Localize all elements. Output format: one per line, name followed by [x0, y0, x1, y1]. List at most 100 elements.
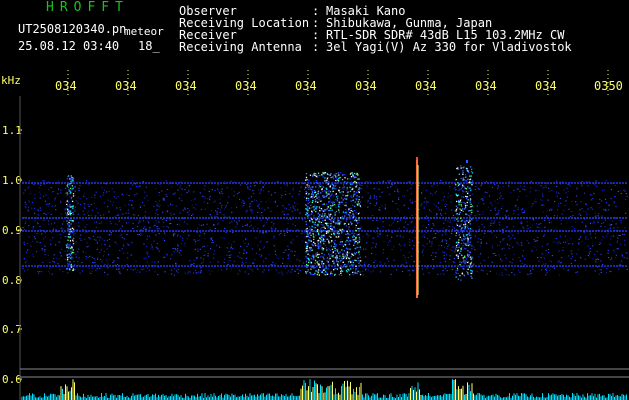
- noise-pixel: [132, 228, 134, 229]
- echo-pixel: [66, 220, 68, 222]
- noise-pixel: [461, 196, 463, 198]
- noise-pixel: [188, 214, 190, 216]
- noise-pixel: [400, 249, 402, 251]
- noise-pixel: [126, 252, 129, 254]
- echo-pixel: [346, 251, 349, 253]
- noise-pixel: [35, 251, 38, 253]
- echo-pixel: [469, 201, 471, 203]
- noise-pixel: [233, 247, 235, 249]
- echo-pixel: [471, 270, 473, 272]
- echo-pixel: [306, 207, 309, 210]
- noise-pixel: [117, 257, 119, 258]
- noise-pixel: [60, 213, 62, 215]
- noise-pixel: [130, 254, 132, 256]
- noise-pixel: [443, 222, 445, 224]
- echo-pixel: [329, 191, 331, 193]
- echo-pixel: [346, 189, 348, 191]
- echo-pixel: [358, 241, 361, 243]
- noise-pixel: [53, 258, 55, 260]
- noise-pixel: [465, 259, 467, 261]
- noise-pixel: [347, 238, 349, 239]
- echo-pixel: [345, 266, 347, 268]
- noise-pixel: [58, 258, 60, 260]
- noise-pixel: [83, 195, 85, 197]
- noise-pixel: [119, 209, 122, 211]
- noise-pixel: [501, 274, 503, 276]
- noise-pixel: [249, 268, 251, 270]
- noise-pixel: [172, 193, 174, 195]
- echo-pixel: [72, 195, 75, 197]
- noise-pixel: [531, 251, 533, 252]
- noise-pixel: [373, 237, 375, 239]
- noise-pixel: [157, 214, 159, 216]
- noise-pixel: [301, 233, 303, 235]
- echo-pixel: [458, 204, 460, 206]
- noise-pixel: [555, 228, 557, 230]
- noise-pixel: [519, 271, 521, 273]
- noise-pixel: [224, 227, 226, 229]
- noise-pixel: [365, 181, 367, 183]
- echo-pixel: [459, 252, 461, 255]
- noise-pixel: [44, 245, 46, 247]
- noise-pixel: [189, 271, 191, 273]
- echo-pixel: [318, 196, 320, 198]
- noise-pixel: [198, 239, 200, 241]
- noise-pixel: [535, 190, 537, 192]
- noise-pixel: [449, 221, 451, 223]
- echo-pixel: [325, 215, 327, 217]
- noise-pixel: [397, 191, 399, 193]
- echo-pixel: [354, 186, 356, 189]
- echo-pixel: [468, 210, 470, 212]
- noise-pixel: [88, 237, 90, 239]
- echo-pixel: [348, 226, 350, 228]
- noise-pixel: [64, 258, 66, 260]
- noise-pixel: [250, 224, 252, 226]
- noise-pixel: [490, 222, 492, 224]
- echo-pixel: [322, 224, 324, 226]
- noise-pixel: [504, 254, 506, 256]
- noise-pixel: [38, 272, 40, 274]
- echo-pixel: [312, 174, 314, 176]
- noise-pixel: [339, 244, 341, 245]
- noise-pixel: [546, 216, 548, 218]
- noise-pixel: [373, 194, 375, 196]
- echo-pixel: [311, 188, 313, 190]
- noise-pixel: [250, 210, 252, 212]
- echo-pixel: [455, 249, 457, 251]
- echo-pixel: [338, 186, 341, 189]
- noise-pixel: [622, 233, 624, 235]
- noise-pixel: [138, 219, 141, 221]
- echo-pixel: [463, 242, 465, 245]
- echo-pixel: [318, 239, 320, 242]
- noise-pixel: [541, 204, 543, 206]
- noise-pixel: [589, 233, 591, 235]
- noise-pixel: [618, 235, 620, 237]
- echo-pixel: [336, 178, 338, 180]
- echo-pixel: [306, 249, 308, 252]
- noise-pixel: [192, 213, 194, 215]
- noise-pixel: [216, 213, 218, 215]
- noise-pixel: [535, 240, 537, 242]
- noise-pixel: [262, 215, 264, 217]
- noise-pixel: [69, 196, 71, 198]
- noise-pixel: [217, 223, 219, 225]
- noise-pixel: [562, 241, 565, 243]
- noise-pixel: [328, 248, 330, 250]
- noise-pixel: [579, 213, 581, 215]
- noise-pixel: [45, 236, 47, 238]
- noise-pixel: [91, 197, 93, 198]
- noise-pixel: [131, 200, 133, 202]
- echo-pixel: [307, 215, 309, 217]
- noise-pixel: [291, 250, 293, 252]
- noise-pixel: [22, 227, 24, 228]
- noise-pixel: [583, 210, 585, 212]
- echo-pixel: [331, 225, 333, 227]
- noise-pixel: [444, 203, 446, 205]
- noise-pixel: [602, 236, 604, 238]
- echo-pixel: [471, 211, 473, 214]
- noise-pixel: [45, 194, 47, 196]
- noise-pixel: [481, 198, 483, 200]
- noise-pixel: [297, 209, 299, 211]
- noise-pixel: [244, 224, 246, 226]
- echo-pixel: [336, 200, 339, 202]
